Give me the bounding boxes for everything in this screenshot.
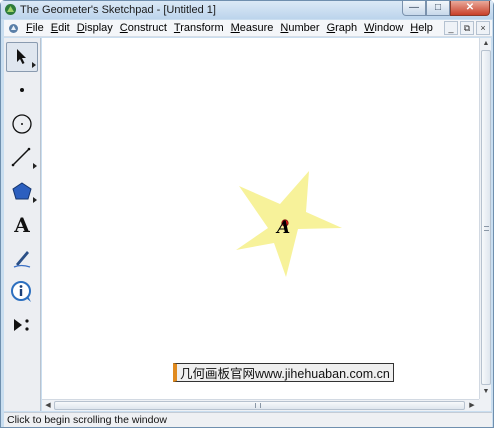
- status-bar: Click to begin scrolling the window: [4, 412, 492, 427]
- compass-tool[interactable]: [6, 109, 38, 139]
- menu-file[interactable]: File: [26, 22, 44, 34]
- selection-arrow-tool[interactable]: [6, 42, 38, 72]
- polygon-tool[interactable]: [6, 176, 38, 206]
- menu-number[interactable]: Number: [280, 22, 319, 34]
- window-caption-buttons: — □ ✕: [402, 1, 490, 17]
- horizontal-scrollbar[interactable]: ◀ ▶: [42, 399, 479, 411]
- doc-close-icon: ×: [480, 23, 486, 33]
- doc-close-button[interactable]: ×: [476, 21, 490, 35]
- play-dots-icon: [14, 319, 29, 331]
- scroll-up-arrow-icon[interactable]: ▲: [481, 38, 491, 50]
- menu-display[interactable]: Display: [77, 22, 113, 34]
- pentagon-icon: [12, 182, 32, 200]
- watermark-text: 几何画板官网www.jihehuaban.com.cn: [180, 367, 390, 381]
- scroll-left-arrow-icon[interactable]: ◀: [42, 400, 54, 411]
- arrow-icon: [17, 49, 26, 64]
- information-tool[interactable]: [6, 277, 38, 307]
- pen-icon: [13, 251, 31, 268]
- status-text: Click to begin scrolling the window: [7, 414, 167, 426]
- info-icon: [11, 281, 31, 302]
- text-a-icon: A: [14, 213, 30, 237]
- document-window-icon[interactable]: [8, 23, 19, 34]
- marker-tool[interactable]: [6, 243, 38, 273]
- menu-help[interactable]: Help: [410, 22, 433, 34]
- custom-tool[interactable]: [6, 310, 38, 340]
- menu-edit[interactable]: Edit: [51, 22, 70, 34]
- tool-submenu-arrow: [33, 197, 37, 203]
- toolbox: A: [4, 38, 41, 411]
- maximize-button[interactable]: □: [426, 1, 450, 16]
- sketchpad-app-icon: [5, 4, 16, 15]
- doc-restore-button[interactable]: ⧉: [460, 21, 474, 35]
- doc-minimize-icon: _: [448, 23, 454, 33]
- sketch-canvas[interactable]: A 几何画板官网www.jihehuaban.com.cn: [42, 38, 479, 399]
- close-button[interactable]: ✕: [450, 1, 490, 16]
- minimize-button[interactable]: —: [402, 1, 426, 16]
- menu-bar: File Edit Display Construct Transform Measure…: [4, 20, 492, 37]
- horizontal-scroll-thumb[interactable]: [54, 401, 465, 410]
- scroll-grip-icon: [484, 226, 489, 231]
- tool-submenu-arrow: [33, 163, 37, 169]
- app-window: The Geometer's Sketchpad - [Untitled 1] …: [0, 0, 494, 428]
- segment-icon: [11, 147, 31, 167]
- text-tool[interactable]: A: [6, 210, 38, 240]
- straightedge-tool[interactable]: [6, 142, 38, 172]
- menu-measure[interactable]: Measure: [231, 22, 274, 34]
- vertical-scrollbar[interactable]: ▲ ▼: [479, 38, 491, 399]
- circle-icon: [12, 114, 32, 134]
- menu-construct[interactable]: Construct: [120, 22, 167, 34]
- vertical-scroll-thumb[interactable]: [481, 50, 491, 385]
- scroll-right-arrow-icon[interactable]: ▶: [466, 400, 478, 411]
- minimize-icon: —: [409, 2, 419, 13]
- point-a-label[interactable]: A: [277, 218, 290, 238]
- point-tool[interactable]: [6, 75, 38, 105]
- scroll-down-arrow-icon[interactable]: ▼: [481, 386, 491, 398]
- doc-minimize-button[interactable]: _: [444, 21, 458, 35]
- title-bar[interactable]: The Geometer's Sketchpad - [Untitled 1] …: [1, 1, 493, 19]
- menu-graph[interactable]: Graph: [327, 22, 358, 34]
- window-title: The Geometer's Sketchpad - [Untitled 1]: [20, 4, 216, 16]
- maximize-icon: □: [434, 2, 442, 13]
- point-icon: [20, 88, 24, 92]
- website-watermark: 几何画板官网www.jihehuaban.com.cn: [173, 363, 394, 382]
- tool-submenu-arrow: [32, 62, 36, 68]
- menu-window[interactable]: Window: [364, 22, 403, 34]
- menu-transform[interactable]: Transform: [174, 22, 224, 34]
- scroll-grip-icon: [255, 403, 261, 408]
- doc-restore-icon: ⧉: [463, 23, 471, 33]
- menu-items: File Edit Display Construct Transform Measure…: [26, 22, 440, 34]
- close-icon: ✕: [465, 2, 475, 13]
- size-grip[interactable]: [479, 399, 491, 411]
- document-window-controls: _ ⧉ ×: [442, 21, 490, 35]
